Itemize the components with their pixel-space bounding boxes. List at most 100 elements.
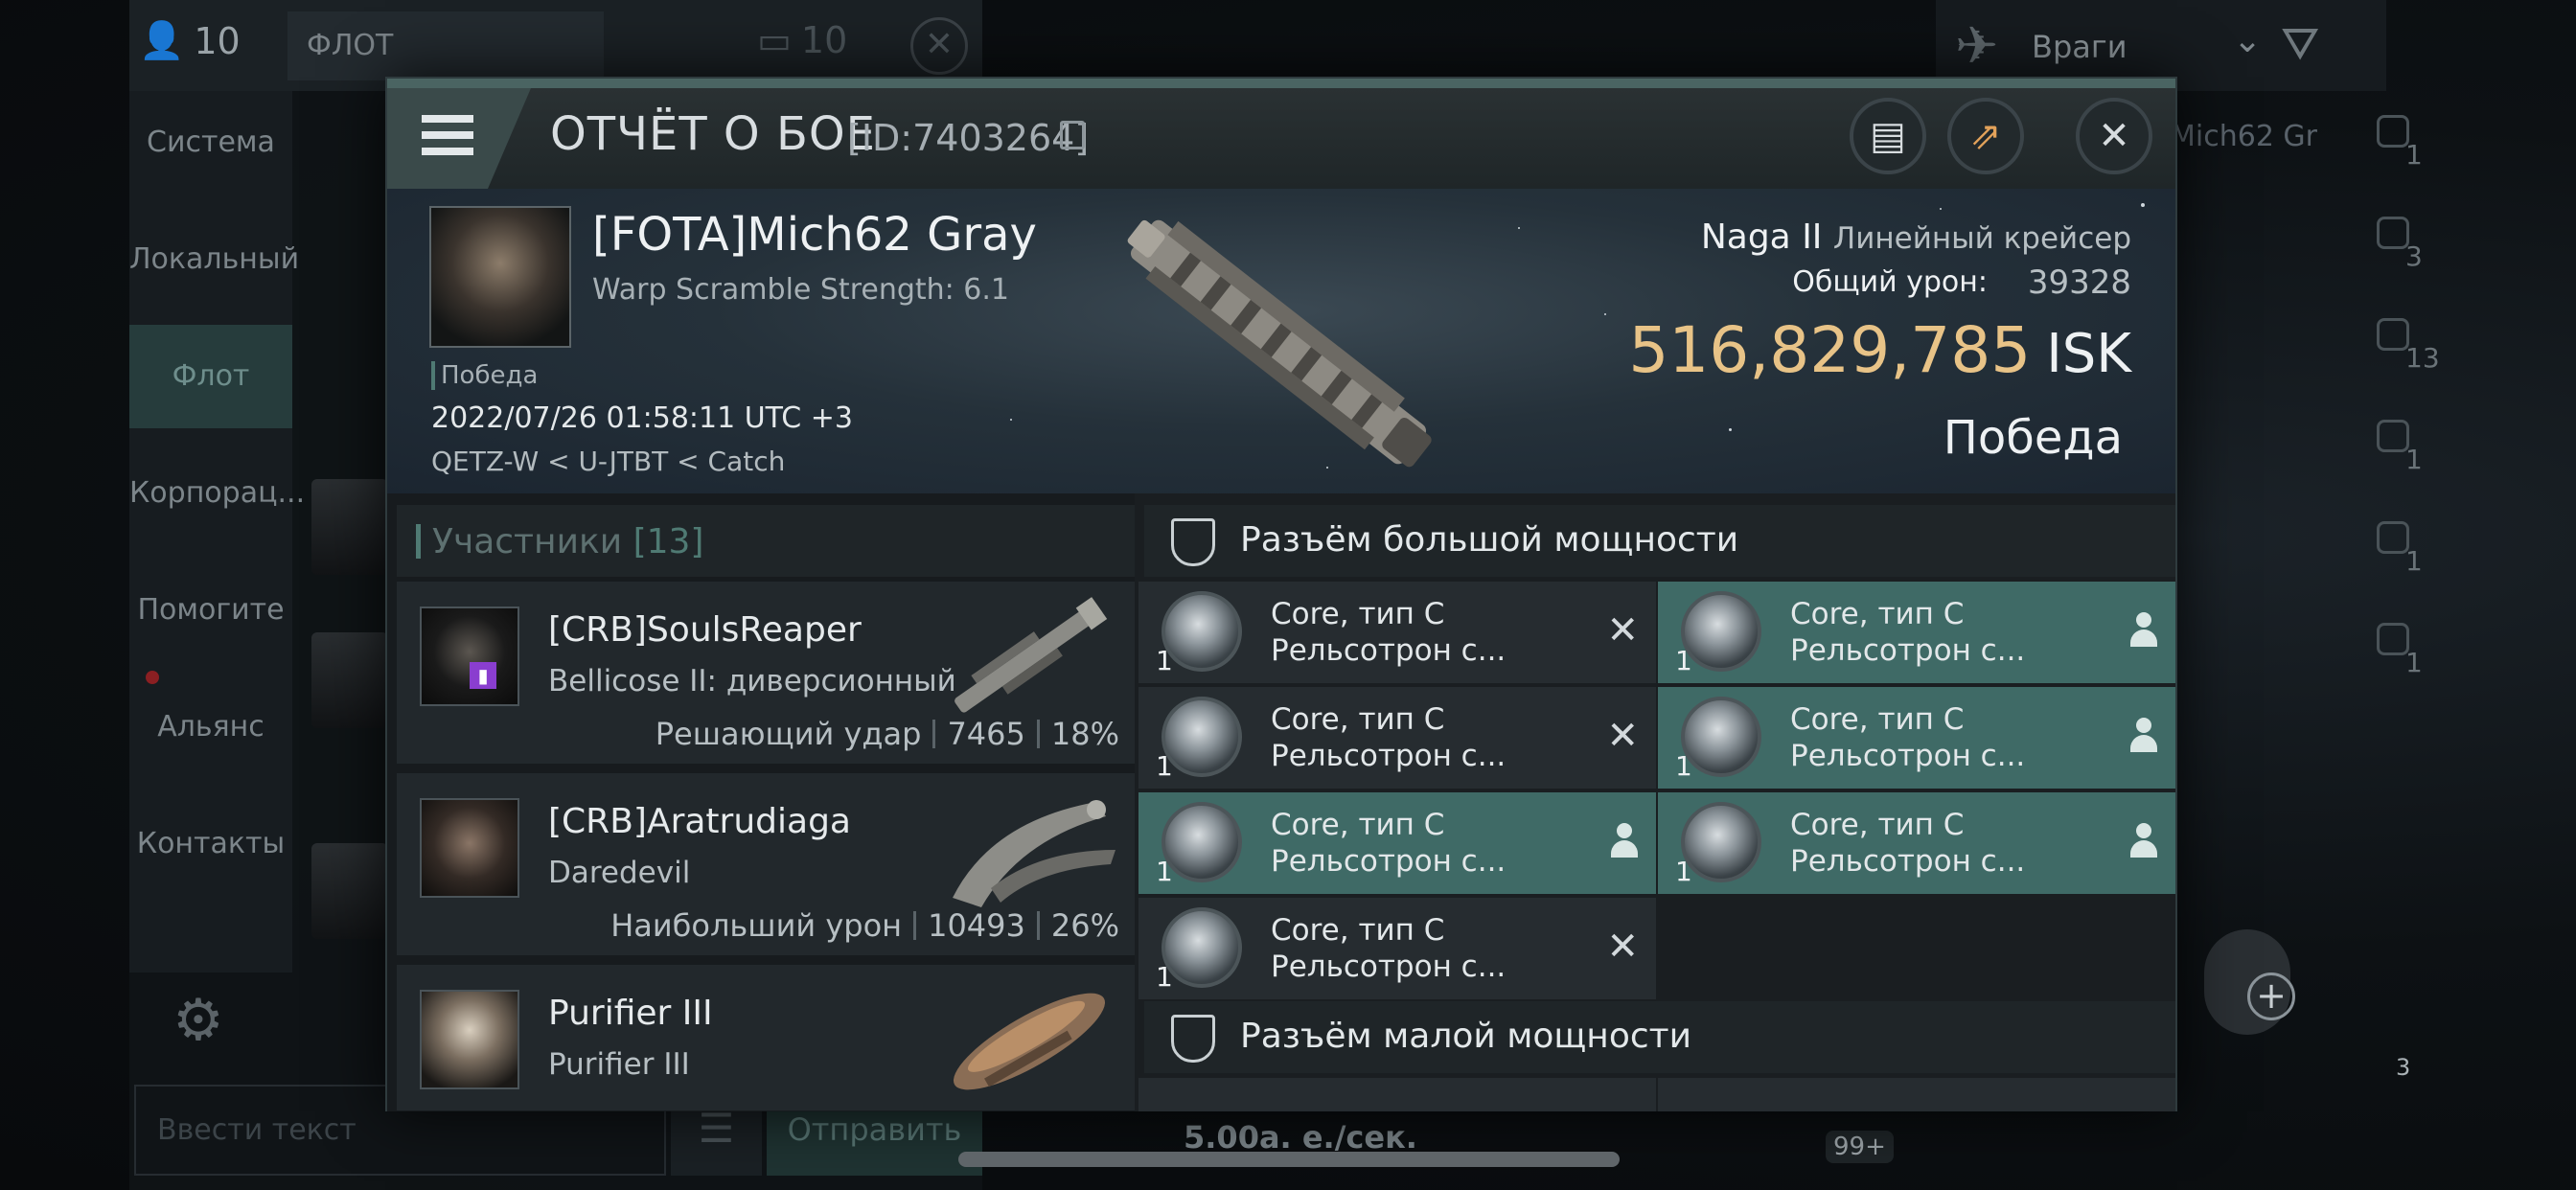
object-icon	[2377, 623, 2409, 655]
nav-contacts[interactable]: Контакты	[129, 792, 292, 896]
participant-stats: Наибольший урон 10493 26%	[610, 907, 1119, 944]
module-type: Рельсотрон с...	[1271, 739, 1506, 773]
participant-name: [CRB]SoulsReaper	[548, 610, 862, 650]
dropped-person-icon	[1608, 823, 1641, 861]
chat-avatar	[311, 843, 388, 939]
overview-side-item[interactable]: 1	[2358, 502, 2434, 598]
participant-row[interactable]: ▮ [CRB]SoulsReaper Bellicose II: диверси…	[397, 582, 1135, 764]
victim-name[interactable]: [FOTA]Mich62 Gray	[592, 208, 1037, 262]
module-cell[interactable]: 1 Core, тип C Рельсотрон с...	[1658, 792, 2175, 894]
overview-side-item[interactable]: 1	[2358, 96, 2434, 192]
ship-name: Naga II	[1700, 217, 1823, 257]
participant-row[interactable]: [CRB]Aratrudiaga Daredevil Наибольший ур…	[397, 773, 1135, 955]
chat-close-button[interactable]: ✕	[910, 17, 968, 75]
stat-percent: 26%	[1050, 907, 1119, 944]
clipboard-button[interactable]: ▤	[1850, 98, 1926, 174]
transfer-rate: 5.00а. е./сек.	[1184, 1119, 1417, 1156]
module-name: Core, тип C	[1790, 702, 1965, 737]
share-icon: ⇗	[1969, 114, 2002, 158]
share-button[interactable]: ⇗	[1947, 98, 2024, 174]
railgun-icon	[1681, 697, 1761, 777]
copy-icon[interactable]	[1060, 121, 1085, 149]
module-cell[interactable]	[1658, 1078, 2175, 1111]
module-name: Core, тип C	[1790, 808, 1965, 842]
overview-side-item[interactable]: 1	[2358, 400, 2434, 496]
participant-ship-render	[954, 597, 1108, 713]
module-type: Рельсотрон с...	[1790, 739, 2026, 773]
nav-system[interactable]: Система	[129, 91, 292, 195]
high-slot-header: Разъём большой мощности	[1144, 505, 2175, 577]
members-count[interactable]: 👤 10	[139, 19, 241, 62]
battle-datetime: 2022/07/26 01:58:11 UTC +3	[431, 401, 853, 435]
participants-panel: Участники [13] ▮ [CRB]SoulsReaper Bellic…	[387, 493, 1135, 1111]
overview-side-item[interactable]: 1	[2358, 604, 2434, 699]
module-type: Рельсотрон с...	[1790, 844, 2026, 879]
channel-label: ФЛОТ	[288, 11, 604, 80]
participants-count: [13]	[632, 522, 704, 561]
stat-damage: 7465	[947, 716, 1025, 752]
module-type: Рельсотрон с...	[1271, 950, 1506, 984]
filter-icon[interactable]: ⛛	[2281, 17, 2319, 72]
nav-help[interactable]: Помогите	[129, 559, 292, 662]
railgun-icon	[1162, 697, 1242, 777]
module-name: Core, тип C	[1271, 808, 1445, 842]
module-qty: 1	[1156, 961, 1173, 993]
participant-ship: Daredevil	[548, 856, 691, 890]
report-id: [ID:7403264]	[847, 117, 1090, 159]
plus-icon[interactable]: +	[2247, 973, 2295, 1020]
module-cell[interactable]: 1 Core, тип C Рельсотрон с...	[1138, 792, 1656, 894]
nav-local[interactable]: Локальный	[129, 208, 299, 311]
battle-result: Победа	[1943, 411, 2123, 465]
close-button[interactable]: ✕	[2076, 98, 2152, 174]
module-cell[interactable]	[1138, 1078, 1656, 1111]
participant-ship: Purifier III	[548, 1047, 690, 1082]
unread-dot	[146, 671, 159, 684]
battle-report-modal: ОТЧЁТ О БОЕ [ID:7403264] ▤ ⇗ ✕ [FOTA]Mic…	[385, 77, 2177, 1111]
gear-icon[interactable]: ⚙	[172, 987, 224, 1054]
overview-side-item[interactable]: 3	[2358, 197, 2434, 293]
module-name: Core, тип C	[1271, 702, 1445, 737]
nav-alliance[interactable]: Альянс	[129, 675, 292, 779]
ship-class: Линейный крейсер	[1832, 221, 2131, 256]
module-type: Рельсотрон с...	[1271, 633, 1506, 668]
dropped-person-icon	[2128, 612, 2160, 651]
nav-corp[interactable]: Корпорац...	[129, 442, 305, 545]
participant-row[interactable]: Purifier III Purifier III	[397, 965, 1135, 1110]
participants-header: Участники [13]	[397, 505, 1135, 577]
module-cell[interactable]: 1 Core, тип C Рельсотрон с... ✕	[1138, 582, 1656, 683]
module-cell[interactable]: 1 Core, тип C Рельсотрон с...	[1658, 687, 2175, 789]
close-icon: ✕	[2098, 114, 2130, 158]
module-qty: 1	[1675, 856, 1692, 887]
module-qty: 1	[1156, 856, 1173, 887]
chevron-down-icon[interactable]: ⌄	[2233, 21, 2262, 60]
module-cell[interactable]: 1 Core, тип C Рельсотрон с... ✕	[1138, 687, 1656, 789]
clipboard-icon: ▤	[1870, 114, 1906, 158]
chat-avatar	[311, 479, 388, 575]
participant-portrait	[420, 798, 519, 898]
home-indicator[interactable]	[958, 1152, 1620, 1167]
module-cell[interactable]: 1 Core, тип C Рельсотрон с... ✕	[1138, 898, 1656, 999]
high-slot-icon	[1171, 518, 1215, 566]
overview-side-item[interactable]: 13	[2358, 299, 2440, 395]
nav-fleet[interactable]: Флот	[129, 325, 292, 428]
module-cell[interactable]: 1 Core, тип C Рельсотрон с...	[1658, 582, 2175, 683]
participant-ship-render	[953, 800, 1116, 907]
notes-icon: ▭	[757, 19, 792, 61]
total-damage-label: Общий урон:	[1792, 265, 1988, 299]
railgun-icon	[1162, 802, 1242, 882]
stat-label: Решающий удар	[655, 716, 922, 752]
low-slot-icon	[1171, 1015, 1215, 1063]
victim-portrait[interactable]	[429, 206, 571, 348]
dropped-person-icon	[2128, 823, 2160, 861]
object-icon	[2377, 217, 2409, 249]
modal-title: ОТЧЁТ О БОЕ	[550, 107, 876, 161]
stat-percent: 18%	[1050, 716, 1119, 752]
notification-badge: 99+	[1826, 1131, 1894, 1163]
participant-name: [CRB]Aratrudiaga	[548, 802, 851, 841]
object-icon	[2377, 115, 2409, 148]
battle-location[interactable]: QETZ-W < U-JTBT < Catch	[431, 446, 785, 477]
secondary-count[interactable]: ▭ 10	[757, 19, 847, 61]
module-qty: 1	[1156, 645, 1173, 676]
isk-amount: 516,829,785	[1628, 313, 2032, 387]
overview-filter-label[interactable]: Враги	[2032, 29, 2127, 65]
